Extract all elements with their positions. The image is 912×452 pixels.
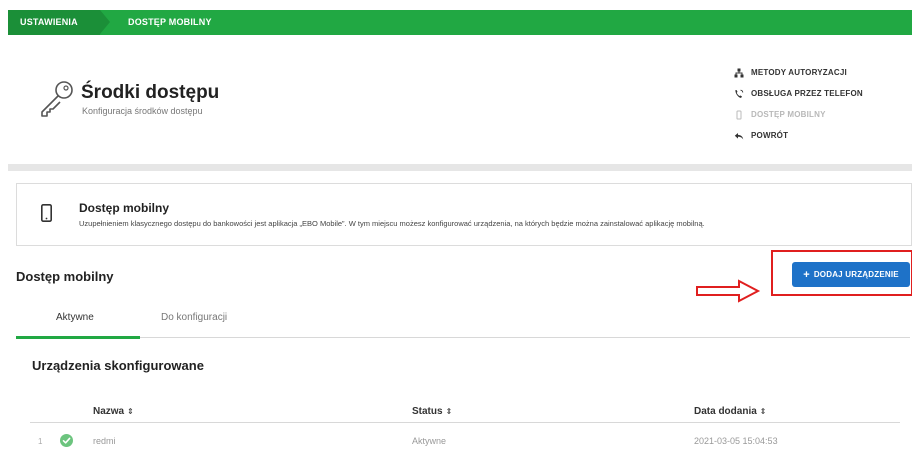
- side-navigation: METODY AUTORYZACJI OBSŁUGA PRZEZ TELEFON…: [734, 62, 904, 146]
- row-index: 1: [38, 437, 43, 446]
- breadcrumb-separator: [100, 10, 110, 34]
- side-link-phone-service[interactable]: OBSŁUGA PRZEZ TELEFON: [734, 83, 904, 104]
- cell-status: Aktywne: [412, 436, 447, 446]
- tab-to-configure[interactable]: Do konfiguracji: [161, 312, 227, 323]
- table-header-divider: [30, 422, 900, 423]
- mobile-phone-icon: [41, 204, 52, 222]
- back-arrow-icon: [734, 131, 744, 141]
- key-icon: [41, 81, 73, 117]
- check-circle-icon: [60, 434, 73, 447]
- info-title: Dostęp mobilny: [79, 201, 170, 215]
- sort-icon: ⇕: [759, 407, 767, 416]
- cell-name: redmi: [93, 436, 116, 446]
- side-link-label: OBSŁUGA PRZEZ TELEFON: [751, 89, 863, 98]
- breadcrumb-item-settings[interactable]: USTAWIENIA: [8, 10, 100, 35]
- column-header-status[interactable]: Status ⇕: [412, 406, 452, 417]
- page-subtitle: Konfiguracja środków dostępu: [82, 106, 203, 116]
- side-link-label: METODY AUTORYZACJI: [751, 68, 847, 77]
- divider: [8, 164, 912, 171]
- sitemap-icon: [734, 68, 744, 78]
- phone-call-icon: [734, 89, 744, 99]
- column-header-name[interactable]: Nazwa ⇕: [93, 406, 134, 417]
- side-link-mobile-access: DOSTĘP MOBILNY: [734, 104, 904, 125]
- annotation-arrow-icon: [696, 279, 761, 303]
- plus-icon: +: [803, 268, 810, 281]
- side-link-label: DOSTĘP MOBILNY: [751, 110, 826, 119]
- column-header-date[interactable]: Data dodania ⇕: [694, 406, 767, 417]
- add-device-button-label: DODAJ URZĄDZENIE: [813, 270, 899, 279]
- side-link-authorization-methods[interactable]: METODY AUTORYZACJI: [734, 62, 904, 83]
- subsection-title: Urządzenia skonfigurowane: [32, 358, 204, 373]
- page-title: Środki dostępu: [81, 82, 220, 103]
- info-description: Uzupełnieniem klasycznego dostępu do ban…: [79, 219, 705, 228]
- add-device-button[interactable]: + DODAJ URZĄDZENIE: [792, 262, 910, 287]
- breadcrumb: USTAWIENIA DOSTĘP MOBILNY: [8, 10, 912, 35]
- sort-icon: ⇕: [127, 407, 134, 416]
- breadcrumb-item-mobile-access: DOSTĘP MOBILNY: [128, 17, 212, 27]
- side-link-label: POWRÓT: [751, 131, 789, 140]
- active-tab-indicator: [16, 336, 140, 339]
- sort-icon: ⇕: [445, 407, 453, 416]
- section-title: Dostęp mobilny: [16, 269, 114, 284]
- tabs: Aktywne Do konfiguracji: [16, 306, 910, 339]
- tab-active[interactable]: Aktywne: [56, 312, 94, 323]
- mobile-icon: [734, 110, 744, 120]
- side-link-back[interactable]: POWRÓT: [734, 125, 904, 146]
- info-box: Dostęp mobilny Uzupełnieniem klasycznego…: [16, 183, 912, 246]
- cell-date: 2021-03-05 15:04:53: [694, 436, 778, 446]
